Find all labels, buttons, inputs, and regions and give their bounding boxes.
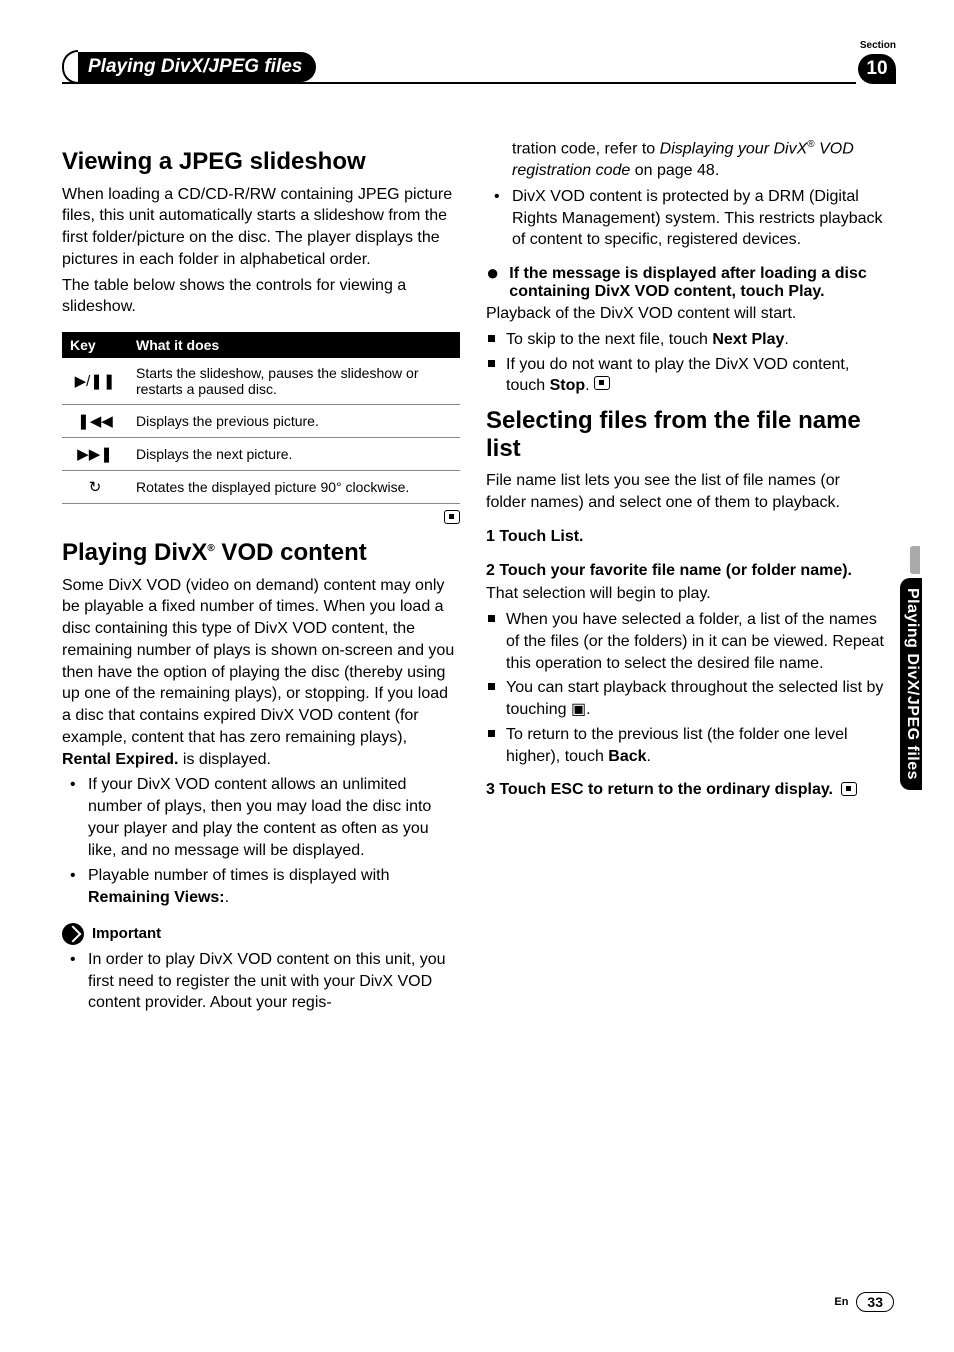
heading-text: VOD content — [215, 539, 367, 566]
important-label: Important — [92, 925, 161, 942]
text: on page 48. — [630, 162, 719, 179]
right-column: tration code, refer to Displaying your D… — [486, 138, 884, 1022]
text: Some DivX VOD (video on demand) content … — [62, 577, 454, 746]
tab-bracket — [62, 50, 78, 84]
heading-viewing-jpeg: Viewing a JPEG slideshow — [62, 148, 460, 176]
stop-icon — [444, 510, 460, 524]
registered-mark: ® — [207, 543, 214, 554]
stop-icon — [594, 376, 610, 390]
chapter-tab: Playing DivX/JPEG files — [62, 50, 316, 84]
registered-mark: ® — [807, 139, 814, 150]
text: . — [647, 748, 651, 765]
play-all-icon: ▣ — [571, 701, 586, 718]
paragraph: File name list lets you see the list of … — [486, 470, 884, 514]
list-item: If you do not want to play the DivX VOD … — [486, 354, 884, 398]
bold-text: Back — [608, 748, 646, 765]
text: . — [586, 701, 590, 718]
bold-text: 3 Touch ESC to return to the ordinary di… — [486, 781, 833, 798]
rotate-icon: ↻ — [62, 471, 128, 504]
page: Playing DivX/JPEG files Section 10 Viewi… — [0, 0, 954, 1352]
text: is displayed. — [178, 751, 271, 768]
table-header-key: Key — [62, 332, 128, 358]
page-number: 33 — [856, 1292, 894, 1312]
bullet-list: If your DivX VOD content allows an unlim… — [62, 774, 460, 909]
list-item: To skip to the next file, touch Next Pla… — [486, 329, 884, 351]
list-item: You can start playback throughout the se… — [486, 677, 884, 721]
text: . — [225, 889, 229, 906]
step-2: 2 Touch your favorite file name (or fold… — [486, 560, 884, 582]
list-item: DivX VOD content is protected by a DRM (… — [486, 186, 884, 251]
list-item: When you have selected a folder, a list … — [486, 609, 884, 674]
list-item: To return to the previous list (the fold… — [486, 724, 884, 768]
bullet-list: In order to play DivX VOD content on thi… — [62, 949, 460, 1014]
chapter-title: Playing DivX/JPEG files — [78, 52, 316, 82]
table-row: ↻Rotates the displayed picture 90° clock… — [62, 471, 460, 504]
list-item: If your DivX VOD content allows an unlim… — [62, 774, 460, 861]
language-code: En — [834, 1296, 848, 1308]
side-thumb-tab: Playing DivX/JPEG files — [900, 546, 922, 816]
content-columns: Viewing a JPEG slideshow When loading a … — [62, 138, 896, 1022]
bullet-list: DivX VOD content is protected by a DRM (… — [486, 186, 884, 251]
paragraph: The table below shows the controls for v… — [62, 275, 460, 319]
list-item: Playable number of times is displayed wi… — [62, 865, 460, 909]
procedure-heading: ● If the message is displayed after loadi… — [486, 265, 884, 301]
table-row: ▶/❚❚Starts the slideshow, pauses the sli… — [62, 358, 460, 405]
cell: Rotates the displayed picture 90° clockw… — [128, 471, 460, 504]
paragraph: Playback of the DivX VOD content will st… — [486, 303, 884, 325]
cell: Displays the next picture. — [128, 438, 460, 471]
header-rule — [62, 82, 856, 84]
text: . — [585, 377, 589, 394]
step-3: 3 Touch ESC to return to the ordinary di… — [486, 779, 884, 801]
text: . — [784, 331, 788, 348]
bold-text: Remaining Views: — [88, 889, 225, 906]
important-callout: Important — [62, 923, 460, 945]
square-bullet-list: To skip to the next file, touch Next Pla… — [486, 329, 884, 397]
page-footer: En 33 — [834, 1292, 894, 1312]
table-header-desc: What it does — [128, 332, 460, 358]
slideshow-controls-table: Key What it does ▶/❚❚Starts the slidesho… — [62, 332, 460, 504]
table-row: ❚◀◀Displays the previous picture. — [62, 405, 460, 438]
bold-text: If the message is displayed after loadin… — [509, 265, 884, 301]
heading-selecting-files: Selecting files from the file name list — [486, 407, 884, 462]
heading-divx-vod: Playing DivX® VOD content — [62, 539, 460, 567]
bold-text: Stop — [550, 377, 586, 394]
paragraph: When loading a CD/CD-R/RW containing JPE… — [62, 184, 460, 271]
list-item: In order to play DivX VOD content on thi… — [62, 949, 460, 1014]
text: tration code, refer to — [512, 140, 660, 157]
text: To skip to the next file, touch — [506, 331, 712, 348]
bullet-icon: ● — [486, 265, 499, 301]
section-end-mark — [62, 510, 460, 529]
page-header: Playing DivX/JPEG files Section 10 — [62, 40, 896, 86]
text: To return to the previous list (the fold… — [506, 726, 848, 765]
stop-icon — [841, 782, 857, 796]
text: You can start playback throughout the se… — [506, 679, 883, 718]
play-pause-icon: ▶/❚❚ — [62, 358, 128, 405]
paragraph: Some DivX VOD (video on demand) content … — [62, 575, 460, 771]
italic-text: Displaying your DivX — [660, 140, 808, 157]
side-gray-mark — [910, 546, 920, 574]
bold-text: Rental Expired. — [62, 751, 178, 768]
prev-icon: ❚◀◀ — [62, 405, 128, 438]
bold-text: Next Play — [712, 331, 784, 348]
cell: Displays the previous picture. — [128, 405, 460, 438]
left-column: Viewing a JPEG slideshow When loading a … — [62, 138, 460, 1022]
heading-text: Playing DivX — [62, 539, 207, 566]
next-icon: ▶▶❚ — [62, 438, 128, 471]
side-tab-label: Playing DivX/JPEG files — [900, 578, 922, 790]
section-label: Section — [860, 40, 896, 51]
important-icon — [62, 923, 84, 945]
text: Playable number of times is displayed wi… — [88, 867, 389, 884]
paragraph: That selection will begin to play. — [486, 583, 884, 605]
section-number-badge: 10 — [858, 54, 896, 84]
cell: Starts the slideshow, pauses the slidesh… — [128, 358, 460, 405]
table-row: ▶▶❚Displays the next picture. — [62, 438, 460, 471]
step-1: 1 Touch List. — [486, 526, 884, 548]
square-bullet-list: When you have selected a folder, a list … — [486, 609, 884, 767]
continuation-text: tration code, refer to Displaying your D… — [512, 138, 884, 182]
